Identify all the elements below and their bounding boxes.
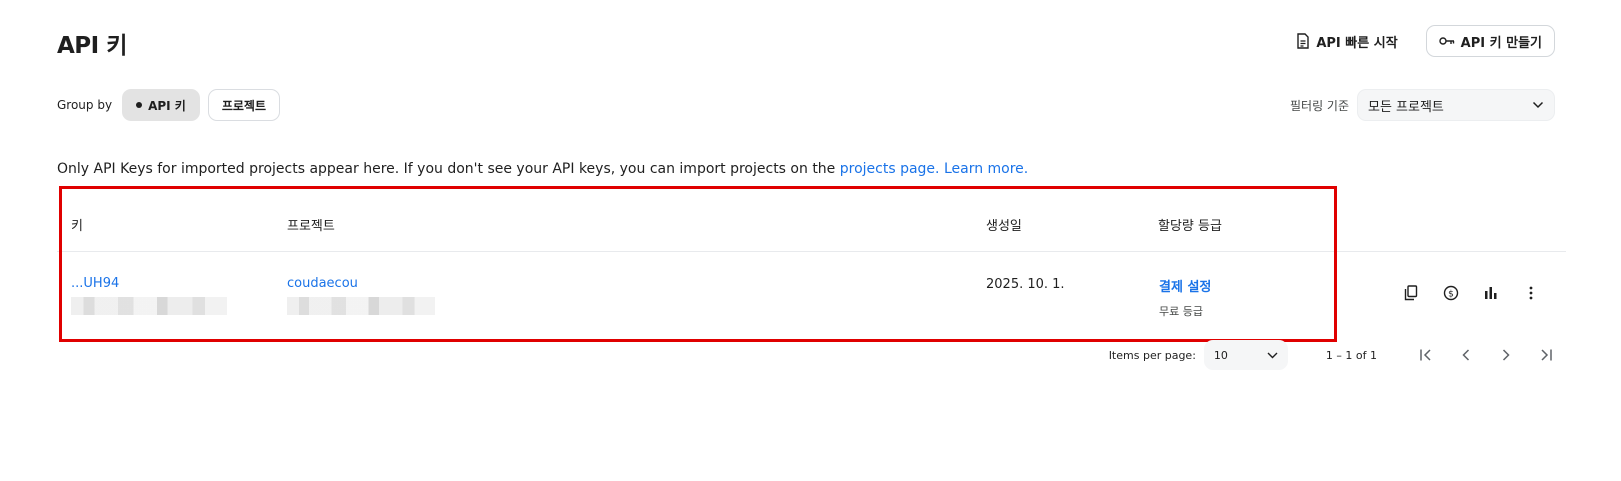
project-link[interactable]: coudaecou (287, 276, 435, 291)
bar-chart-icon[interactable] (1482, 284, 1500, 302)
first-page-icon[interactable] (1417, 346, 1435, 364)
items-per-page-label: Items per page: (1108, 348, 1196, 362)
chevron-down-icon (1267, 349, 1278, 362)
next-page-icon[interactable] (1497, 346, 1515, 364)
created-date: 2025. 10. 1. (986, 277, 1065, 292)
document-icon (1296, 33, 1310, 49)
chip-label: 프로젝트 (221, 98, 267, 113)
key-cell: ...UH94 (71, 276, 227, 315)
project-cell: coudaecou (287, 276, 435, 315)
pagination: Items per page: 10 1 – 1 of 1 (1109, 340, 1555, 370)
tier-label: 무료 등급 (1159, 305, 1203, 318)
svg-text:$: $ (1448, 290, 1454, 300)
create-key-label: API 키 만들기 (1460, 35, 1542, 51)
row-actions: $ (1402, 284, 1540, 302)
projects-page-link[interactable]: projects page. (840, 161, 940, 177)
dollar-icon[interactable]: $ (1442, 284, 1460, 302)
prev-page-icon[interactable] (1457, 346, 1475, 364)
top-actions: API 빠른 시작 API 키 만들기 (1296, 25, 1555, 57)
more-vert-icon[interactable] (1522, 284, 1540, 302)
key-link[interactable]: ...UH94 (71, 276, 227, 291)
column-header-project: 프로젝트 (287, 219, 335, 234)
selected-dot-icon (136, 102, 143, 108)
filter-row: 필터링 기준 모든 프로젝트 (1290, 89, 1555, 121)
group-by-project-chip[interactable]: 프로젝트 (207, 89, 281, 121)
key-icon (1438, 36, 1455, 46)
column-header-key: 키 (71, 219, 83, 234)
column-header-created: 생성일 (986, 219, 1022, 234)
group-by-api-key-chip[interactable]: API 키 (122, 89, 200, 121)
quickstart-label: API 빠른 시작 (1316, 35, 1398, 51)
items-per-page-value: 10 (1213, 348, 1228, 362)
group-by-row: Group by API 키 프로젝트 (57, 89, 281, 121)
create-api-key-button[interactable]: API 키 만들기 (1425, 25, 1555, 57)
api-keys-table: 키 프로젝트 생성일 할당량 등급 ...UH94 coudaecou 2025… (57, 187, 1566, 347)
project-filter-select[interactable]: 모든 프로젝트 (1357, 89, 1555, 121)
group-by-label: Group by (57, 98, 113, 112)
info-message: Only API Keys for imported projects appe… (57, 161, 840, 177)
items-per-page-select[interactable]: 10 (1203, 340, 1288, 370)
redacted-key-name (71, 297, 227, 315)
chip-label: API 키 (148, 98, 186, 113)
pager-buttons (1417, 346, 1555, 364)
last-page-icon[interactable] (1537, 346, 1555, 364)
redacted-project-id (287, 297, 435, 315)
column-header-quota-tier: 할당량 등급 (1158, 219, 1222, 234)
quota-tier-cell: 결제 설정 무료 등급 (1159, 276, 1211, 319)
info-text: Only API Keys for imported projects appe… (57, 161, 1028, 177)
copy-icon[interactable] (1402, 284, 1420, 302)
chevron-down-icon (1532, 98, 1544, 113)
billing-setup-link[interactable]: 결제 설정 (1159, 276, 1211, 295)
learn-more-link[interactable]: Learn more. (944, 161, 1028, 177)
quickstart-link[interactable]: API 빠른 시작 (1296, 32, 1398, 51)
filter-label: 필터링 기준 (1289, 98, 1349, 113)
page-title: API 키 (57, 33, 127, 59)
page-range: 1 – 1 of 1 (1325, 348, 1377, 362)
table-header: 키 프로젝트 생성일 할당량 등급 (57, 187, 1566, 252)
filter-value: 모든 프로젝트 (1368, 99, 1444, 115)
table-row[interactable]: ...UH94 coudaecou 2025. 10. 1. 결제 설정 무료 … (57, 252, 1566, 347)
